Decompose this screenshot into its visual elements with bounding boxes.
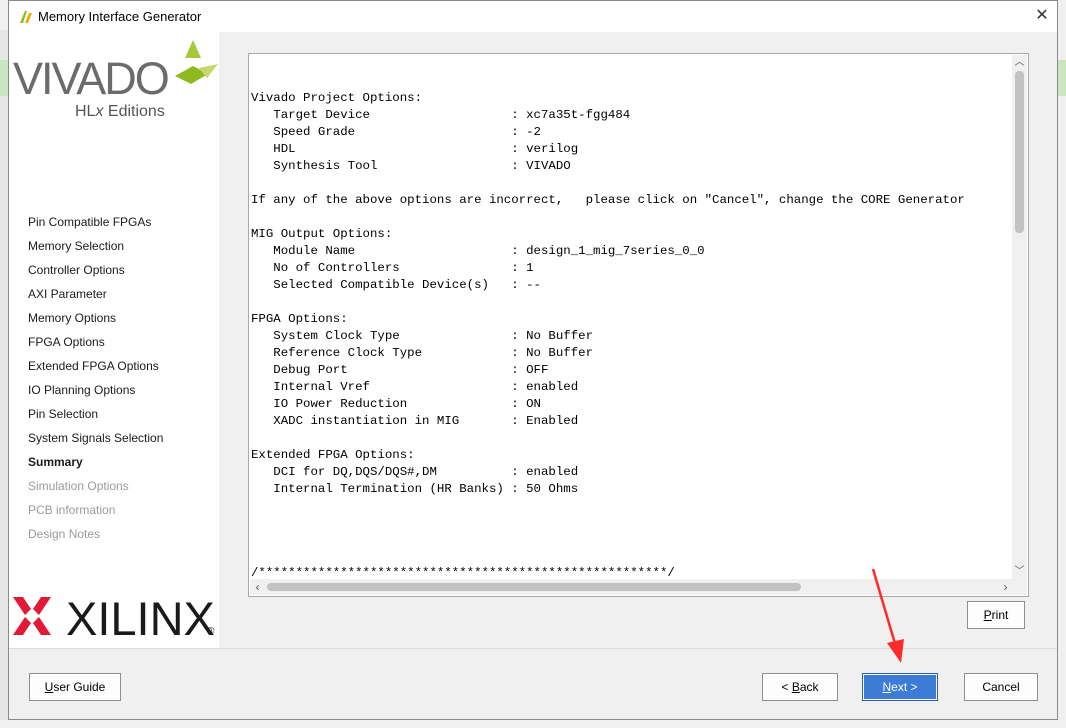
- step-nav: Pin Compatible FPGAs Memory Selection Co…: [28, 214, 163, 550]
- scrollbar-corner: [1012, 579, 1027, 595]
- vivado-logo: VIVADO HLx Editions: [13, 40, 218, 120]
- vivado-app-icon: [20, 11, 32, 23]
- summary-text-area[interactable]: Vivado Project Options: Target Device : …: [250, 55, 1013, 579]
- vertical-scrollbar[interactable]: ︿ ﹀: [1012, 55, 1027, 579]
- back-button[interactable]: < Back: [762, 673, 838, 701]
- nav-item-axi-parameter[interactable]: AXI Parameter: [28, 286, 163, 310]
- red-arrow-annotation-icon: [871, 568, 904, 663]
- summary-separator: /***************************************…: [251, 566, 675, 579]
- scroll-right-icon[interactable]: ›: [998, 579, 1013, 595]
- nav-item-pcb-information: PCB information: [28, 503, 116, 517]
- nav-item-pin-compatible-fpgas[interactable]: Pin Compatible FPGAs: [28, 214, 163, 238]
- nav-item-extended-fpga-options[interactable]: Extended FPGA Options: [28, 358, 163, 382]
- scroll-left-icon[interactable]: ‹: [250, 579, 265, 595]
- nav-item-memory-options[interactable]: Memory Options: [28, 310, 163, 334]
- scroll-down-icon[interactable]: ﹀: [1012, 564, 1027, 579]
- nav-item-pin-selection[interactable]: Pin Selection: [28, 406, 163, 430]
- summary-text: Vivado Project Options: Target Device : …: [251, 91, 965, 496]
- close-icon[interactable]: ✕: [1031, 6, 1053, 26]
- summary-panel: Vivado Project Options: Target Device : …: [248, 53, 1029, 597]
- next-button[interactable]: Next >: [862, 673, 938, 701]
- scroll-up-icon[interactable]: ︿: [1012, 55, 1027, 70]
- svg-text:VIVADO: VIVADO: [13, 53, 168, 104]
- nav-item-fpga-options[interactable]: FPGA Options: [28, 334, 163, 358]
- window-title: Memory Interface Generator: [38, 9, 202, 24]
- print-button[interactable]: Print: [967, 601, 1025, 629]
- vertical-scroll-thumb[interactable]: [1015, 71, 1024, 233]
- nav-item-controller-options[interactable]: Controller Options: [28, 262, 163, 286]
- svg-text:HLx Editions: HLx Editions: [75, 103, 165, 120]
- cancel-button[interactable]: Cancel: [964, 673, 1038, 701]
- xilinx-logo: XILINX ®: [13, 592, 215, 641]
- nav-item-system-signals-selection[interactable]: System Signals Selection: [28, 430, 163, 454]
- background-window-edge: [0, 30, 8, 720]
- title-bar[interactable]: Memory Interface Generator ✕: [9, 1, 1057, 32]
- nav-item-design-notes: Design Notes: [28, 527, 101, 541]
- nav-item-io-planning-options[interactable]: IO Planning Options: [28, 382, 163, 406]
- nav-item-summary[interactable]: Summary: [28, 454, 163, 478]
- svg-text:XILINX: XILINX: [66, 592, 215, 641]
- svg-text:®: ®: [207, 626, 215, 637]
- background-window-highlight-right: [1058, 60, 1066, 96]
- sidebar: VIVADO HLx Editions Pin Compatible FPGAs…: [9, 32, 219, 648]
- horizontal-scroll-thumb[interactable]: [267, 583, 801, 591]
- user-guide-button[interactable]: User Guide: [29, 673, 121, 701]
- nav-item-memory-selection[interactable]: Memory Selection: [28, 238, 163, 262]
- nav-item-simulation-options: Simulation Options: [28, 479, 129, 493]
- background-window-highlight: [0, 60, 8, 96]
